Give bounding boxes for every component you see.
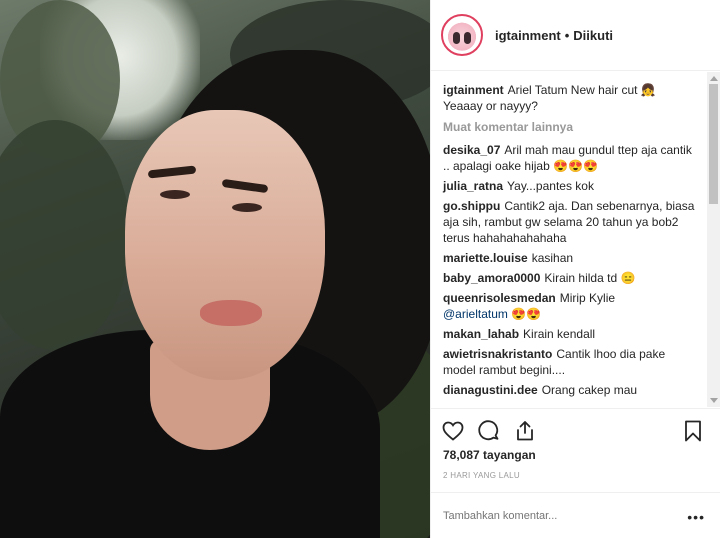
comment-item: queenrisolesmedan Mirip Kylie @arieltatum … [443, 290, 697, 322]
more-options-icon[interactable]: ••• [687, 509, 705, 525]
comment-item: awietrisnakristanto Cantik lhoo dia pake … [443, 346, 697, 378]
comment-text: Kirain hilda td 😑 [544, 271, 636, 285]
comment-item: baby_amora0000 Kirain hilda td 😑 [443, 270, 697, 286]
scroll-thumb[interactable] [709, 84, 718, 204]
right-eye [232, 203, 262, 212]
action-bar [431, 408, 720, 448]
comment-emoji: 😍😍 [507, 307, 542, 321]
comments-list[interactable]: igtainment Ariel Tatum New hair cut 👧 Yea… [431, 72, 707, 407]
comment-item: desika_07 Aril mah mau gundul ttep aja ca… [443, 142, 697, 174]
comment-text: kasihan [531, 251, 574, 265]
caption: igtainment Ariel Tatum New hair cut 👧 Yea… [443, 82, 697, 114]
scroll-up-arrow-icon[interactable] [710, 76, 718, 81]
heart-icon[interactable] [441, 419, 465, 443]
comment-username[interactable]: go.shippu [443, 199, 500, 213]
comment-text: Yay...pantes kok [507, 179, 594, 193]
left-eye [160, 190, 190, 199]
comment-item: mariette.louise kasihan [443, 250, 697, 266]
comment-username[interactable]: awietrisnakristanto [443, 347, 552, 361]
comment-icon[interactable] [477, 419, 501, 443]
instagram-post: igtainment • Diikuti igtainment Ariel Tat… [0, 0, 720, 538]
load-more-comments[interactable]: Muat komentar lainnya [443, 120, 697, 134]
share-icon[interactable] [513, 419, 537, 443]
post-video[interactable] [0, 0, 430, 538]
comment-item: makan_lahab Kirain kendall [443, 326, 697, 342]
comment-mention[interactable]: @arieltatum [443, 307, 508, 321]
comment-username[interactable]: desika_07 [443, 143, 500, 157]
post-header: igtainment • Diikuti [431, 0, 720, 71]
lips [200, 300, 262, 326]
bookmark-icon[interactable] [681, 419, 705, 443]
comment-username[interactable]: dianagustini.dee [443, 383, 538, 397]
header-username[interactable]: igtainment [495, 28, 561, 43]
comment-username[interactable]: julia_ratna [443, 179, 503, 193]
add-comment-input[interactable] [443, 509, 663, 522]
comment-username[interactable]: queenrisolesmedan [443, 291, 556, 305]
post-sidebar: igtainment • Diikuti igtainment Ariel Tat… [430, 0, 720, 538]
comment-item: dianagustini.dee Orang cakep mau [443, 382, 697, 398]
post-date: 2 HARI YANG LALU [443, 471, 520, 480]
comment-item: julia_ratna Yay...pantes kok [443, 178, 697, 194]
comments-scrollbar[interactable] [707, 72, 720, 407]
comment-text: Orang cakep mau [541, 383, 638, 397]
comment-username[interactable]: baby_amora0000 [443, 271, 540, 285]
add-comment-section: ••• [431, 492, 720, 538]
scroll-down-arrow-icon[interactable] [710, 398, 718, 403]
comment-item: go.shippu Cantik2 aja. Dan sebenarnya, bi… [443, 198, 697, 246]
foliage-left-lower [0, 120, 130, 350]
view-count[interactable]: 78,087 tayangan [443, 448, 536, 462]
follow-status-button[interactable]: Diikuti [573, 28, 613, 43]
header-separator: • [564, 27, 570, 43]
comment-username[interactable]: mariette.louise [443, 251, 528, 265]
comment-text: Kirain kendall [523, 327, 596, 341]
face [125, 110, 325, 380]
comment-text: Mirip Kylie [559, 291, 616, 305]
caption-username[interactable]: igtainment [443, 83, 504, 97]
avatar-image [445, 18, 479, 52]
avatar[interactable] [441, 14, 483, 56]
comment-username[interactable]: makan_lahab [443, 327, 519, 341]
